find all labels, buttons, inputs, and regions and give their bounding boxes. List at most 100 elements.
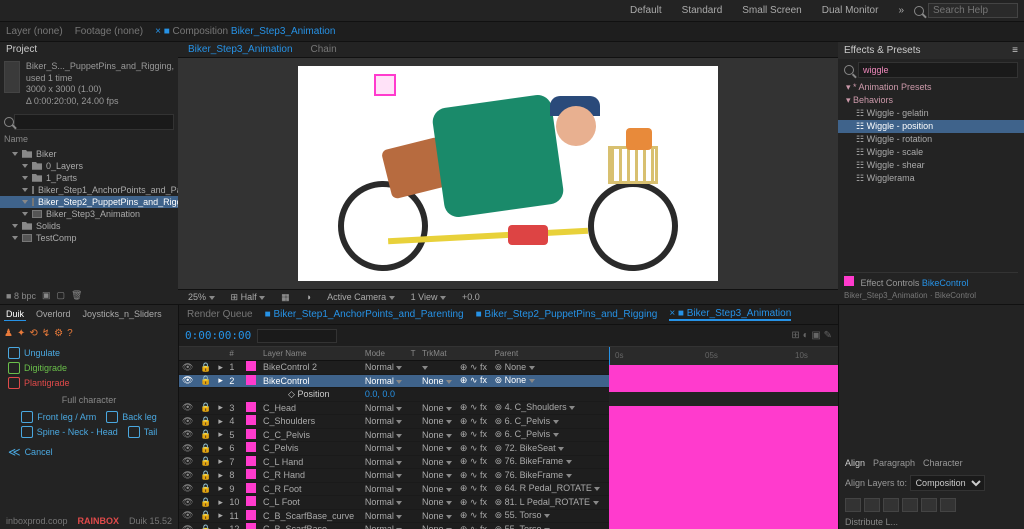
workspace-dual-monitor[interactable]: Dual Monitor — [812, 3, 889, 18]
composition-canvas-area[interactable] — [178, 58, 838, 289]
duik-plantigrade[interactable]: Plantigrade — [8, 377, 170, 389]
layer-row[interactable]: 👁🔒▸12C_B_ScarfBaseNormal None ⊕ ∿ fx⊚ 55… — [179, 523, 609, 529]
duik-spine[interactable]: Spine - Neck - Head — [21, 426, 118, 438]
align-right-icon[interactable] — [883, 498, 899, 512]
project-tree-item[interactable]: 0_Layers — [0, 160, 178, 172]
layer-property-position[interactable]: ◇ Position0.0, 0.0 — [179, 388, 609, 402]
tab-character[interactable]: Character — [923, 458, 963, 468]
layer-column-header[interactable]: T — [408, 347, 419, 361]
preset-item[interactable]: ☷ Wiggle - scale — [838, 146, 1024, 159]
preset-item[interactable]: ☷ Wigglerama — [838, 172, 1024, 185]
timeline-search-input[interactable] — [257, 329, 337, 343]
layer-column-header[interactable] — [243, 347, 260, 361]
layer-row[interactable]: 👁🔒▸3C_HeadNormal None ⊕ ∿ fx⊚ 4. C_Shoul… — [179, 401, 609, 415]
exposure-value[interactable]: +0.0 — [458, 292, 484, 302]
tab-comp-3[interactable]: × ■ Biker_Step3_Animation — [669, 308, 791, 321]
align-left-icon[interactable] — [845, 498, 861, 512]
layer-bar[interactable] — [609, 446, 838, 460]
layer-column-header[interactable] — [197, 347, 215, 361]
duik-digitigrade[interactable]: Digitigrade — [8, 362, 170, 374]
current-timecode[interactable]: 0:00:00:00 — [185, 329, 251, 342]
view-count-dropdown[interactable]: 1 View — [407, 292, 450, 302]
trash-icon[interactable]: 🗑 — [71, 290, 82, 301]
effect-controls-target[interactable]: BikeControl — [922, 278, 969, 288]
layer-row[interactable]: 👁🔒▸5C_C_PelvisNormal None ⊕ ∿ fx⊚ 6. C_P… — [179, 428, 609, 442]
timeline-switches-icon[interactable]: ⊞ ◐ ▣ ✎ — [791, 330, 832, 341]
layer-row[interactable]: 👁🔒▸4C_ShouldersNormal None ⊕ ∿ fx⊚ 6. C_… — [179, 415, 609, 429]
preset-item[interactable]: ☷ Wiggle - position — [838, 120, 1024, 133]
duik-tool-icon[interactable]: ⟲ — [29, 328, 37, 339]
timeline-tracks[interactable]: 0s05s10s15s — [609, 347, 838, 529]
preset-item[interactable]: ☷ Wiggle - rotation — [838, 133, 1024, 146]
tab-paragraph[interactable]: Paragraph — [873, 458, 915, 468]
duik-ungulate[interactable]: Ungulate — [8, 347, 170, 359]
layer-bar[interactable] — [609, 379, 838, 393]
tab-duik[interactable]: Duik — [4, 308, 26, 321]
project-tree-item[interactable]: Biker_Step3_Animation — [0, 208, 178, 220]
layer-column-header[interactable] — [215, 347, 226, 361]
workspace-overflow-icon[interactable]: » — [888, 3, 914, 18]
project-tree-item[interactable]: Solids — [0, 220, 178, 232]
bpc-toggle[interactable]: ■ 8 bpc — [6, 291, 36, 301]
layer-bar[interactable] — [609, 473, 838, 487]
preset-item[interactable]: ▾ Behaviors — [838, 94, 1024, 107]
new-folder-icon[interactable]: ▢ — [56, 290, 65, 301]
align-center-h-icon[interactable] — [864, 498, 880, 512]
preset-item[interactable]: ▾ * Animation Presets — [838, 81, 1024, 94]
align-top-icon[interactable] — [902, 498, 918, 512]
preset-item[interactable]: ☷ Wiggle - gelatin — [838, 107, 1024, 120]
tab-render-queue[interactable]: Render Queue — [187, 309, 253, 320]
layer-row[interactable]: 👁🔒▸1BikeControl 2Normal ⊕ ∿ fx⊚ None — [179, 361, 609, 375]
comp-tab-active[interactable]: Biker_Step3_Animation — [184, 42, 297, 57]
align-center-v-icon[interactable] — [921, 498, 937, 512]
duik-tool-icon[interactable]: ⚙ — [54, 328, 63, 339]
layer-bar[interactable] — [609, 433, 838, 447]
layer-bar[interactable] — [609, 365, 838, 379]
layer-bar[interactable] — [609, 514, 838, 528]
layer-column-header[interactable] — [457, 347, 492, 361]
project-item-thumbnail[interactable] — [4, 61, 20, 93]
layer-column-header[interactable]: Layer Name — [260, 347, 362, 361]
layer-column-header[interactable]: TrkMat — [419, 347, 457, 361]
layer-column-header[interactable]: Mode — [362, 347, 408, 361]
workspace-small-screen[interactable]: Small Screen — [732, 3, 811, 18]
project-tree-item[interactable]: 1_Parts — [0, 172, 178, 184]
duik-tail[interactable]: Tail — [128, 426, 158, 438]
layer-bar[interactable] — [609, 419, 838, 433]
tab-comp-2[interactable]: ■ Biker_Step2_PuppetPins_and_Rigging — [476, 309, 658, 320]
new-comp-icon[interactable]: ▣ — [42, 290, 51, 301]
layer-row[interactable]: 👁🔒▸6C_PelvisNormal None ⊕ ∿ fx⊚ 72. Bike… — [179, 442, 609, 456]
duik-cancel[interactable]: ≪Cancel — [8, 445, 170, 459]
layer-row[interactable]: 👁🔒▸11C_B_ScarfBase_curveNormal None ⊕ ∿ … — [179, 509, 609, 523]
project-tree-item[interactable]: Biker_Step1_AnchorPoints_and_Parenting — [0, 184, 178, 196]
project-tree-item[interactable]: Biker_Step2_PuppetPins_and_Rigging — [0, 196, 178, 208]
tab-joysticks[interactable]: Joysticks_n_Sliders — [81, 308, 164, 321]
layer-bar[interactable] — [609, 460, 838, 474]
project-search-input[interactable] — [14, 114, 174, 130]
layer-row[interactable]: 👁🔒▸8C_R HandNormal None ⊕ ∿ fx⊚ 76. Bike… — [179, 469, 609, 483]
layer-column-header[interactable] — [179, 347, 197, 361]
duik-tool-icon[interactable]: ↯ — [42, 328, 50, 339]
layer-row[interactable]: 👁🔒▸9C_R FootNormal None ⊕ ∿ fx⊚ 64. R Pe… — [179, 482, 609, 496]
duik-tool-icon[interactable]: ✦ — [17, 328, 25, 339]
duik-back-leg[interactable]: Back leg — [106, 411, 157, 423]
effects-search-input[interactable] — [858, 62, 1018, 78]
duik-footer-link[interactable]: inboxprod.coop — [6, 516, 68, 526]
align-bottom-icon[interactable] — [940, 498, 956, 512]
mask-toggle-icon[interactable]: ◑ — [302, 292, 315, 302]
layer-bar[interactable] — [609, 487, 838, 501]
tab-overlord[interactable]: Overlord — [34, 308, 73, 321]
layer-row[interactable]: 👁🔒▸10C_L FootNormal None ⊕ ∿ fx⊚ 81. L P… — [179, 496, 609, 510]
tab-comp-1[interactable]: ■ Biker_Step1_AnchorPoints_and_Parenting — [265, 309, 464, 320]
camera-dropdown[interactable]: Active Camera — [323, 292, 399, 302]
duik-tool-icon[interactable]: ? — [67, 328, 73, 339]
grid-icon[interactable]: ▦ — [277, 292, 294, 303]
tab-align[interactable]: Align — [845, 458, 865, 468]
workspace-default[interactable]: Default — [620, 3, 672, 18]
workspace-standard[interactable]: Standard — [672, 3, 733, 18]
active-comp-name[interactable]: Biker_Step3_Animation — [231, 26, 336, 37]
project-tree-item[interactable]: TestComp — [0, 232, 178, 244]
zoom-dropdown[interactable]: 25% — [184, 292, 219, 302]
layer-column-header[interactable]: Parent — [492, 347, 609, 361]
align-target-dropdown[interactable]: Composition — [910, 475, 985, 491]
